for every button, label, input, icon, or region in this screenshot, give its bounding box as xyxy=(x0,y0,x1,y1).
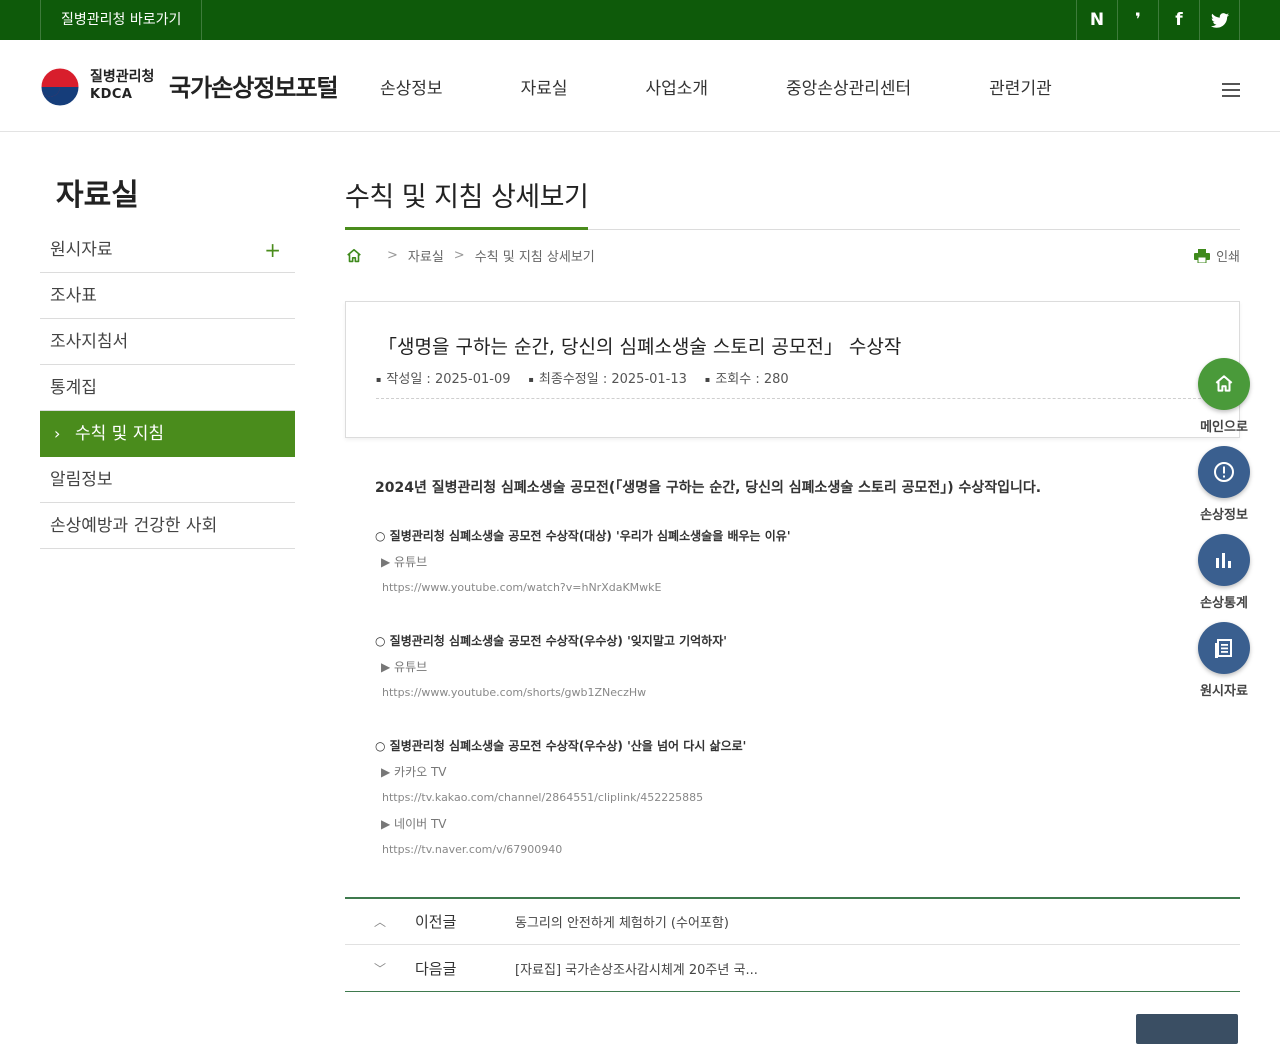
quick-menu-label: 메인으로 xyxy=(1200,420,1248,435)
quick-menu-label: 원시자료 xyxy=(1200,684,1248,699)
post-title: 「생명을 구하는 순간, 당신의 심폐소생술 스토리 공모전」 수상작 xyxy=(378,336,902,358)
printer-icon xyxy=(1194,248,1211,263)
nav-injury-info[interactable]: 손상정보 xyxy=(380,74,443,99)
section-heading: ○ 질병관리청 심폐소생술 공모전 수상작(우수상) '잊지말고 기억하자' xyxy=(375,634,727,648)
quick-main-button[interactable]: 메인으로 xyxy=(1194,358,1254,446)
quick-injury-info-button[interactable]: 손상정보 xyxy=(1194,446,1254,534)
title-accent-bar xyxy=(345,227,588,230)
post-modified-date: 최종수정일 : 2025-01-13 xyxy=(529,368,687,387)
sidebar-menu: 원시자료 + 조사표 조사지침서 통계집 › 수칙 및 지침 알림정보 손상예방… xyxy=(40,227,295,549)
nav-business[interactable]: 사업소개 xyxy=(645,74,708,99)
document-icon xyxy=(1198,622,1250,674)
sidebar-item-survey-guide[interactable]: 조사지침서 xyxy=(40,319,295,365)
top-utility-bar: 질병관리청 바로가기 N ❜ f xyxy=(0,0,1280,40)
post-header: 「생명을 구하는 순간, 당신의 심폐소생술 스토리 공모전」 수상작 작성일 … xyxy=(345,301,1240,438)
kdca-shortcut-link[interactable]: 질병관리청 바로가기 xyxy=(40,0,203,40)
print-button[interactable]: 인쇄 xyxy=(1194,246,1240,265)
post-header-divider xyxy=(376,398,1211,399)
chevron-down-icon: ﹀ xyxy=(373,961,386,976)
video-link[interactable]: https://tv.kakao.com/channel/2864551/cli… xyxy=(375,789,1195,815)
next-post-label: 다음글 xyxy=(415,959,457,978)
main-navigation: 손상정보 자료실 사업소개 중앙손상관리센터 관련기관 xyxy=(380,74,1130,99)
link-source-label: ▶ 유튜브 xyxy=(381,555,428,569)
post-body: 2024년 질병관리청 심폐소생술 공모전(「생명을 구하는 순간, 당신의 심… xyxy=(375,477,1195,867)
video-link[interactable]: https://www.youtube.com/watch?v=hNrXdaKM… xyxy=(375,579,1195,605)
hamburger-menu-icon[interactable] xyxy=(1222,83,1240,97)
nav-archive[interactable]: 자료실 xyxy=(521,74,568,99)
video-link[interactable]: https://tv.naver.com/v/67900940 xyxy=(375,841,1195,867)
section-heading: ○ 질병관리청 심폐소생술 공모전 수상작(대상) '우리가 심폐소생술을 배우… xyxy=(375,529,791,543)
breadcrumb-item-current[interactable]: 수칙 및 지침 상세보기 xyxy=(475,246,595,265)
org-name-en: KDCA xyxy=(90,87,133,102)
sidebar-item-label: 원시자료 xyxy=(50,240,113,260)
facebook-icon[interactable]: f xyxy=(1158,0,1199,40)
home-icon[interactable] xyxy=(345,247,363,265)
plus-icon[interactable]: + xyxy=(264,227,281,273)
quick-menu-label: 손상정보 xyxy=(1200,508,1248,523)
prev-post-row[interactable]: ︿ 이전글 동그리의 안전하게 체험하기 (수어포함) xyxy=(345,899,1240,945)
next-post-title[interactable]: [자료집] 국가손상조사감시체계 20주년 국... xyxy=(515,959,758,978)
social-links: N ❜ f xyxy=(1076,0,1240,40)
site-title[interactable]: 국가손상정보포털 xyxy=(169,68,339,103)
org-name-ko: 질병관리청 xyxy=(90,69,155,85)
chevron-up-icon: ︿ xyxy=(373,915,386,929)
sidebar-item-questionnaire[interactable]: 조사표 xyxy=(40,273,295,319)
prev-post-title[interactable]: 동그리의 안전하게 체험하기 (수어포함) xyxy=(515,912,729,931)
naver-blog-icon[interactable]: N xyxy=(1076,0,1117,40)
breadcrumb-separator-icon: > xyxy=(387,248,398,263)
home-icon xyxy=(1198,358,1250,410)
print-label: 인쇄 xyxy=(1216,250,1240,265)
post-view-count: 조회수 : 280 xyxy=(705,368,788,387)
breadcrumb: > 자료실 > 수칙 및 지침 상세보기 xyxy=(345,246,595,265)
alert-circle-icon xyxy=(1198,446,1250,498)
nav-central-center[interactable]: 중앙손상관리센터 xyxy=(786,74,911,99)
sidebar-title: 자료실 xyxy=(56,178,139,213)
naver-post-icon[interactable]: ❜ xyxy=(1117,0,1158,40)
org-name[interactable]: 질병관리청 KDCA xyxy=(90,68,154,104)
section-heading: ○ 질병관리청 심폐소생술 공모전 수상작(우수상) '산을 넘어 다시 삶으로… xyxy=(375,739,747,753)
post-lead-text: 2024년 질병관리청 심폐소생술 공모전(「생명을 구하는 순간, 당신의 심… xyxy=(375,480,1042,496)
quick-menu-label: 손상통계 xyxy=(1200,596,1248,611)
quick-menu: 메인으로 손상정보 손상통계 원시자료 xyxy=(1194,358,1254,710)
list-button[interactable] xyxy=(1136,1014,1238,1044)
link-source-label: ▶ 카카오 TV xyxy=(381,765,447,779)
sidebar-item-raw-data[interactable]: 원시자료 + xyxy=(40,227,295,273)
sidebar-item-guidelines[interactable]: › 수칙 및 지침 xyxy=(40,411,295,457)
kdca-emblem-icon[interactable] xyxy=(40,67,80,107)
quick-injury-stats-button[interactable]: 손상통계 xyxy=(1194,534,1254,622)
breadcrumb-separator-icon: > xyxy=(453,248,465,263)
breadcrumb-item[interactable]: 자료실 xyxy=(408,246,444,265)
link-source-label: ▶ 네이버 TV xyxy=(381,817,447,831)
quick-raw-data-button[interactable]: 원시자료 xyxy=(1194,622,1254,710)
sidebar-item-prevention[interactable]: 손상예방과 건강한 사회 xyxy=(40,503,295,549)
twitter-icon[interactable] xyxy=(1199,0,1240,40)
site-header: 질병관리청 KDCA 국가손상정보포털 손상정보 자료실 사업소개 중앙손상관리… xyxy=(0,40,1280,132)
chevron-right-icon: › xyxy=(54,424,61,443)
post-created-date: 작성일 : 2025-01-09 xyxy=(376,368,510,387)
post-navigation: ︿ 이전글 동그리의 안전하게 체험하기 (수어포함) ﹀ 다음글 [자료집] … xyxy=(345,897,1240,992)
prev-post-label: 이전글 xyxy=(415,913,457,931)
nav-related-orgs[interactable]: 관련기관 xyxy=(989,74,1052,99)
page-title: 수칙 및 지침 상세보기 xyxy=(345,182,589,213)
next-post-row[interactable]: ﹀ 다음글 [자료집] 국가손상조사감시체계 20주년 국... xyxy=(345,945,1240,991)
link-source-label: ▶ 유튜브 xyxy=(381,660,428,674)
sidebar-item-statistics[interactable]: 통계집 xyxy=(40,365,295,411)
video-link[interactable]: https://www.youtube.com/shorts/gwb1ZNecz… xyxy=(375,684,1195,710)
sidebar-item-notices[interactable]: 알림정보 xyxy=(40,457,295,503)
sidebar-item-label: 수칙 및 지침 xyxy=(75,424,165,444)
bar-chart-icon xyxy=(1198,534,1250,586)
post-meta: 작성일 : 2025-01-09 최종수정일 : 2025-01-13 조회수 … xyxy=(376,368,807,387)
